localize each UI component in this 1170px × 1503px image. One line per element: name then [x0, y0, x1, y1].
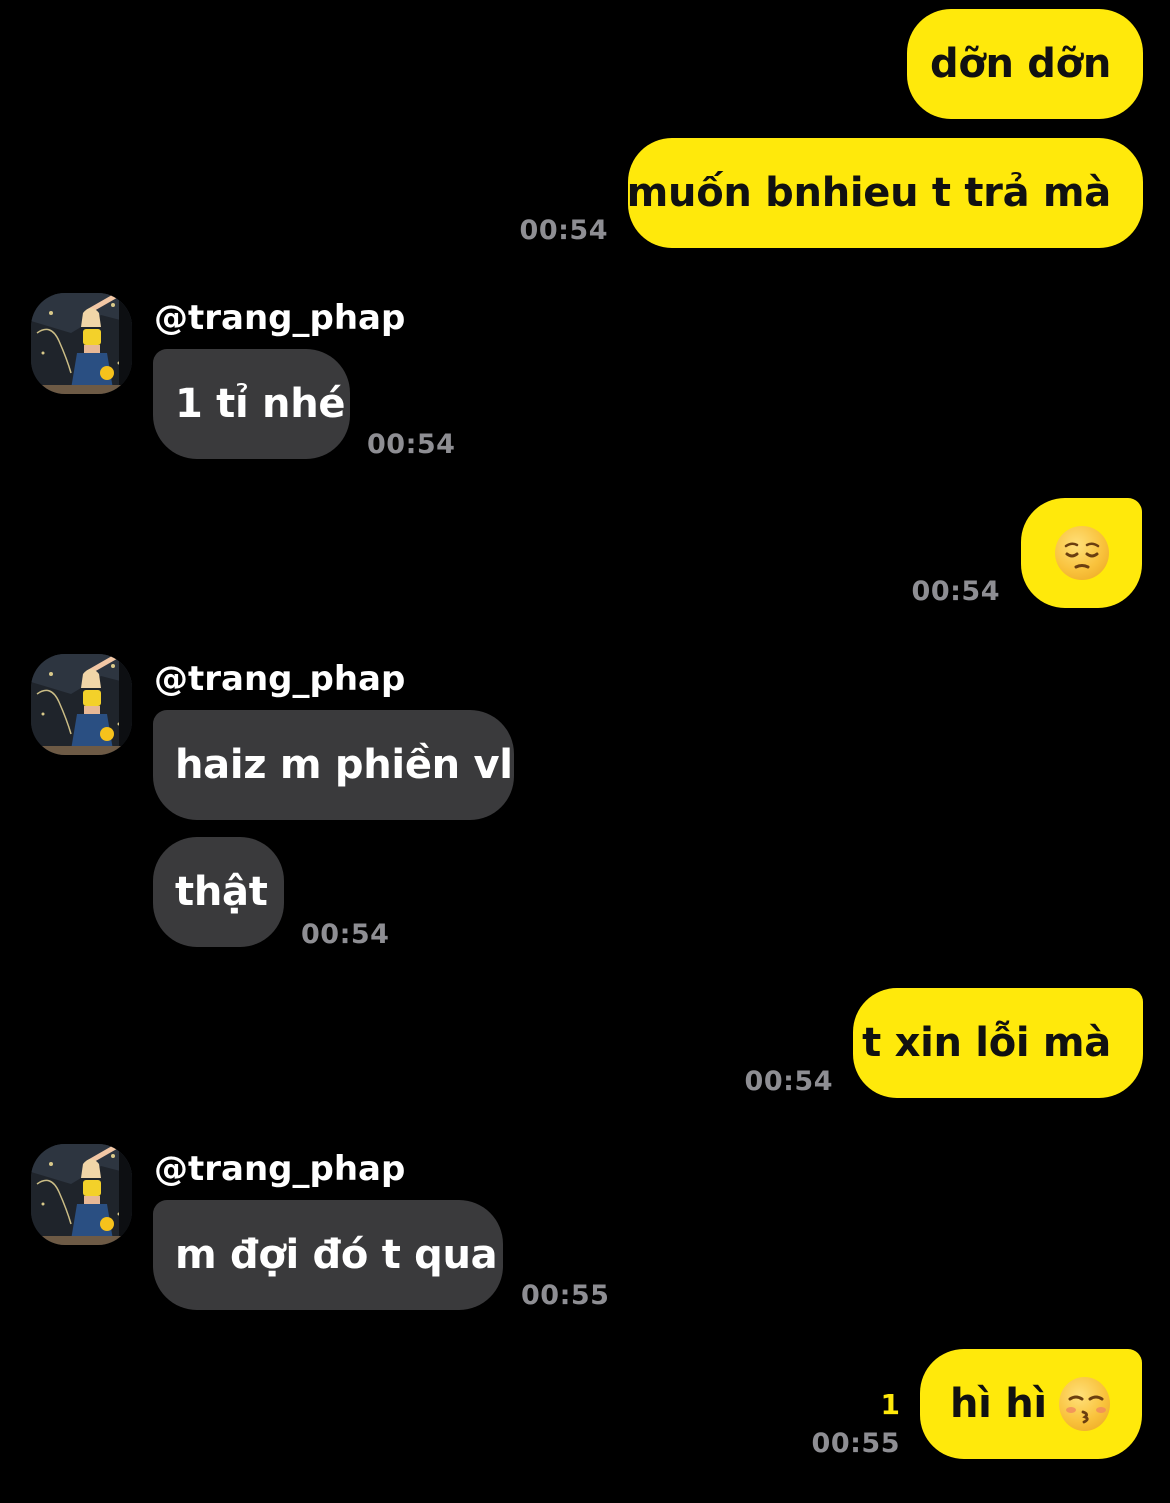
message-text: 1 tỉ nhé — [175, 381, 346, 427]
message-timestamp: 00:54 — [744, 1066, 833, 1097]
incoming-message-bubble[interactable]: thật — [153, 837, 284, 947]
message-timestamp: 00:55 — [811, 1428, 900, 1459]
sender-name[interactable]: @trang_phap — [154, 1149, 405, 1189]
sender-name[interactable]: @trang_phap — [154, 659, 405, 699]
sender-avatar[interactable] — [31, 1144, 132, 1245]
message-text: m đợi đó t qua — [175, 1232, 498, 1278]
message-timestamp: 00:54 — [367, 429, 456, 460]
avatar-photo — [31, 293, 132, 394]
avatar-photo — [31, 654, 132, 755]
sender-name[interactable]: @trang_phap — [154, 298, 405, 338]
message-timestamp: 00:55 — [521, 1280, 610, 1311]
message-timestamp: 00:54 — [519, 215, 608, 246]
sender-avatar[interactable] — [31, 293, 132, 394]
message-text: muốn bnhieu t trả mà — [626, 170, 1112, 216]
outgoing-message-bubble[interactable]: t xin lỗi mà — [853, 988, 1143, 1098]
incoming-message-bubble[interactable]: haiz m phiền vl — [153, 710, 514, 820]
kissing-face-with-closed-eyes-emoji — [1058, 1377, 1110, 1431]
unread-count: 1 — [880, 1388, 900, 1421]
outgoing-message-bubble[interactable] — [1021, 498, 1142, 608]
outgoing-message-bubble[interactable]: muốn bnhieu t trả mà — [626, 138, 1143, 248]
message-timestamp: 00:54 — [301, 919, 390, 950]
incoming-message-bubble[interactable]: 1 tỉ nhé — [153, 349, 350, 459]
incoming-message-bubble[interactable]: m đợi đó t qua — [153, 1200, 503, 1310]
outgoing-message-bubble[interactable]: hì hì — [920, 1349, 1142, 1459]
sender-avatar[interactable] — [31, 654, 132, 755]
message-text: haiz m phiền vl — [175, 742, 513, 788]
message-text: hì hì — [950, 1381, 1047, 1427]
avatar-photo — [31, 1144, 132, 1245]
message-text: dỡn dỡn — [929, 41, 1111, 87]
message-text: thật — [175, 869, 268, 915]
message-timestamp: 00:54 — [911, 576, 1000, 607]
pensive-face-emoji — [1054, 526, 1109, 580]
outgoing-message-bubble[interactable]: dỡn dỡn — [907, 9, 1143, 119]
message-text: t xin lỗi mà — [862, 1020, 1111, 1066]
